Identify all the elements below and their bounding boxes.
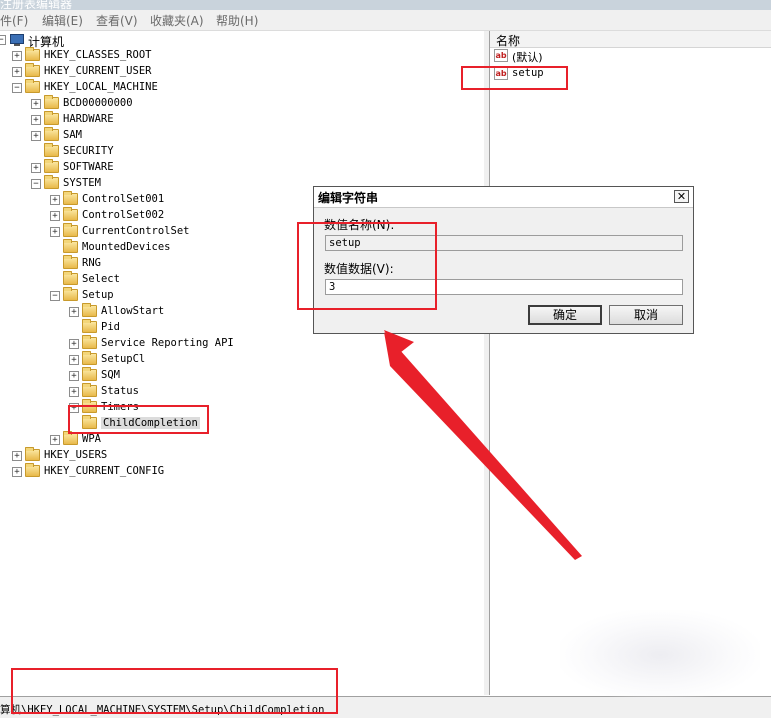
annotation-arrow [384, 330, 582, 560]
arrow-shaft [384, 332, 582, 560]
